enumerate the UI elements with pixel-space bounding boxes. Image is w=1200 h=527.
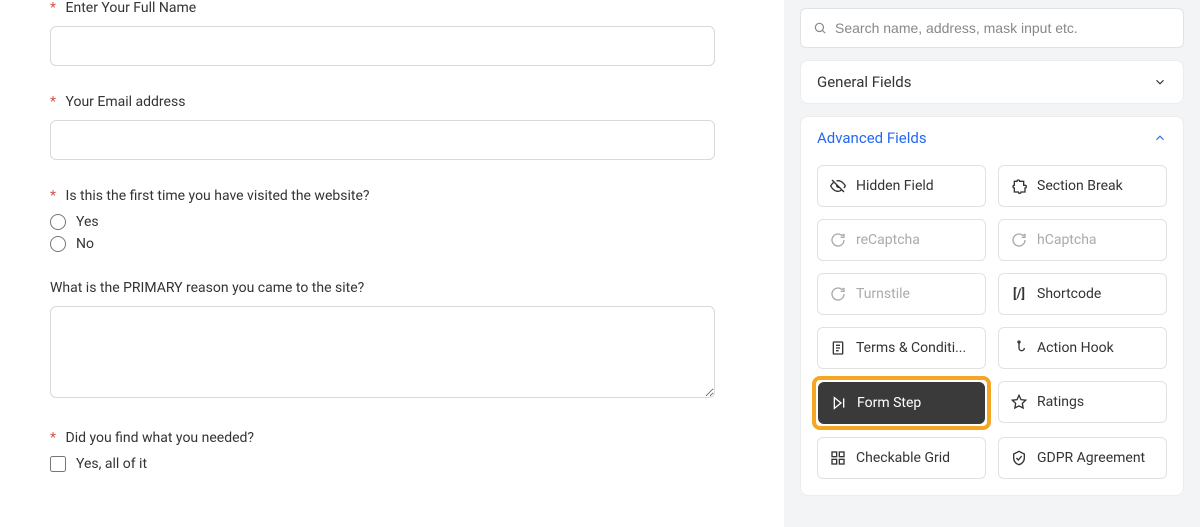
accordion-general: General Fields	[800, 60, 1184, 104]
accordion-advanced-header[interactable]: Advanced Fields	[801, 117, 1183, 159]
radio-no-label: No	[76, 236, 94, 252]
field-section-break-label: Section Break	[1037, 178, 1123, 194]
field-form-step-label: Form Step	[857, 395, 921, 411]
required-marker: *	[50, 430, 56, 446]
search-icon	[813, 21, 827, 35]
star-icon	[1011, 394, 1027, 410]
field-form-step[interactable]: Form Step	[818, 382, 985, 424]
field-hidden[interactable]: Hidden Field	[817, 165, 986, 207]
field-turnstile-label: Turnstile	[856, 286, 910, 302]
input-email[interactable]	[50, 120, 715, 160]
field-recaptcha-label: reCaptcha	[856, 232, 920, 248]
recaptcha-icon	[830, 232, 846, 248]
radio-yes-row[interactable]: Yes	[50, 214, 734, 230]
field-shortcode[interactable]: [/] Shortcode	[998, 273, 1167, 315]
search-box[interactable]	[800, 8, 1184, 48]
radio-yes-label: Yes	[76, 214, 99, 230]
required-marker: *	[50, 0, 56, 16]
form-canvas: * Enter Your Full Name * Your Email addr…	[0, 0, 784, 527]
checkbox-all-label: Yes, all of it	[76, 456, 147, 472]
label-text: Is this the first time you have visited …	[66, 188, 370, 204]
field-first-visit: * Is this the first time you have visite…	[50, 188, 734, 252]
accordion-general-header[interactable]: General Fields	[801, 61, 1183, 103]
document-icon	[830, 340, 846, 356]
field-ratings-label: Ratings	[1037, 394, 1084, 410]
textarea-reason[interactable]	[50, 306, 715, 398]
label-first-visit: * Is this the first time you have visite…	[50, 188, 734, 204]
field-checkable-grid-label: Checkable Grid	[856, 450, 950, 466]
field-hcaptcha-label: hCaptcha	[1037, 232, 1097, 248]
accordion-advanced-title: Advanced Fields	[817, 129, 927, 147]
input-full-name[interactable]	[50, 26, 715, 66]
field-ratings[interactable]: Ratings	[998, 381, 1167, 423]
hcaptcha-icon	[1011, 232, 1027, 248]
shield-icon	[1011, 450, 1027, 466]
hidden-icon	[830, 178, 846, 194]
label-email: * Your Email address	[50, 94, 734, 110]
radio-yes[interactable]	[50, 214, 66, 230]
checkbox-all[interactable]	[50, 456, 66, 472]
field-gdpr[interactable]: GDPR Agreement	[998, 437, 1167, 479]
field-gdpr-label: GDPR Agreement	[1037, 450, 1145, 466]
label-text: Enter Your Full Name	[66, 0, 197, 16]
required-marker: *	[50, 188, 56, 204]
hook-icon	[1011, 340, 1027, 356]
label-text: Your Email address	[66, 94, 186, 110]
field-email: * Your Email address	[50, 94, 734, 160]
accordion-advanced: Advanced Fields Hidden Field Section Bre…	[800, 116, 1184, 496]
check-all-row[interactable]: Yes, all of it	[50, 456, 734, 472]
field-reason: What is the PRIMARY reason you came to t…	[50, 280, 734, 402]
label-full-name: * Enter Your Full Name	[50, 0, 734, 16]
shortcode-icon: [/]	[1011, 286, 1027, 302]
field-checkable-grid[interactable]: Checkable Grid	[817, 437, 986, 479]
skip-forward-icon	[831, 395, 847, 411]
label-text: What is the PRIMARY reason you came to t…	[50, 280, 364, 296]
field-terms[interactable]: Terms & Conditi...	[817, 327, 986, 369]
grid-icon	[830, 450, 846, 466]
label-needed: * Did you find what you needed?	[50, 430, 734, 446]
field-turnstile[interactable]: Turnstile	[817, 273, 986, 315]
field-action-hook[interactable]: Action Hook	[998, 327, 1167, 369]
form-step-highlight: Form Step	[812, 376, 991, 430]
chevron-up-icon	[1153, 131, 1167, 145]
fields-sidebar: General Fields Advanced Fields Hidden Fi…	[784, 0, 1200, 527]
radio-no[interactable]	[50, 236, 66, 252]
puzzle-icon	[1011, 178, 1027, 194]
field-full-name: * Enter Your Full Name	[50, 0, 734, 66]
field-shortcode-label: Shortcode	[1037, 286, 1101, 302]
field-recaptcha[interactable]: reCaptcha	[817, 219, 986, 261]
required-marker: *	[50, 94, 56, 110]
advanced-field-grid: Hidden Field Section Break reCaptcha hCa…	[801, 159, 1183, 495]
label-reason: What is the PRIMARY reason you came to t…	[50, 280, 734, 296]
field-terms-label: Terms & Conditi...	[856, 340, 966, 356]
field-section-break[interactable]: Section Break	[998, 165, 1167, 207]
radio-no-row[interactable]: No	[50, 236, 734, 252]
field-hidden-label: Hidden Field	[856, 178, 934, 194]
field-hcaptcha[interactable]: hCaptcha	[998, 219, 1167, 261]
search-input[interactable]	[835, 20, 1171, 36]
field-action-hook-label: Action Hook	[1037, 340, 1114, 356]
field-needed: * Did you find what you needed? Yes, all…	[50, 430, 734, 472]
turnstile-icon	[830, 286, 846, 302]
label-text: Did you find what you needed?	[66, 430, 255, 446]
accordion-general-title: General Fields	[817, 73, 911, 91]
chevron-down-icon	[1153, 75, 1167, 89]
